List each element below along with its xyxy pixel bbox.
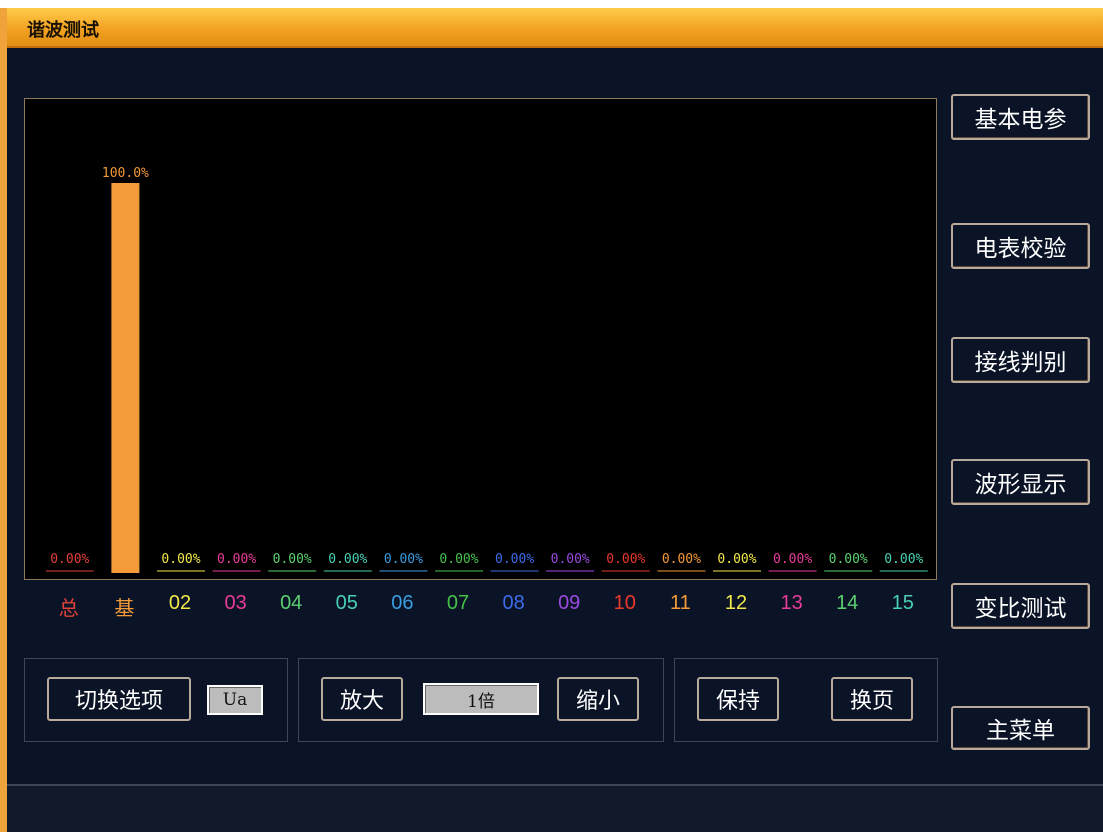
value-label-15: 0.00% — [884, 552, 923, 567]
app-window: 谐波测试 0.00% 100.0% 0.00% 0.00% 0.00% 0.00% 0.00… — [0, 8, 1103, 832]
harmonic-label-08: 08 — [502, 592, 525, 614]
hold-page-group: 保持 换页 — [674, 658, 938, 742]
zoom-value-field: 1倍 — [423, 683, 539, 715]
title-bar: 谐波测试 — [7, 8, 1103, 48]
channel-value-field: Ua — [207, 685, 263, 715]
value-label-08: 0.00% — [495, 552, 534, 567]
zoom-in-button[interactable]: 放大 — [321, 677, 403, 721]
harmonic-label-03: 03 — [224, 592, 247, 614]
harmonic-label-04: 04 — [280, 592, 303, 614]
harmonic-chart: 0.00% 100.0% 0.00% 0.00% 0.00% 0.00% 0.00% 0.00… — [24, 98, 937, 580]
harmonic-label-09: 09 — [558, 592, 581, 614]
value-label-02: 0.00% — [161, 552, 200, 567]
wiring-check-button[interactable]: 接线判别 — [951, 337, 1090, 383]
harmonic-label-总: 总 — [58, 598, 79, 620]
harmonic-label-07: 07 — [446, 592, 470, 614]
bar-基 — [111, 183, 140, 573]
harmonic-label-13: 13 — [780, 592, 803, 614]
main-menu-button[interactable]: 主菜单 — [951, 706, 1090, 750]
value-label-10: 0.00% — [606, 552, 645, 567]
option-group: 切换选项 Ua — [24, 658, 288, 742]
zoom-group: 放大 1倍 缩小 — [298, 658, 664, 742]
value-label-13: 0.00% — [773, 552, 812, 567]
harmonic-label-10: 10 — [613, 592, 636, 614]
harmonic-label-15: 15 — [891, 592, 914, 614]
basic-params-button[interactable]: 基本电参 — [951, 94, 1090, 140]
value-label-基: 100.0% — [102, 166, 149, 181]
harmonic-label-基: 基 — [114, 598, 135, 620]
meter-verify-button[interactable]: 电表校验 — [951, 223, 1090, 269]
value-label-12: 0.00% — [717, 552, 756, 567]
harmonic-label-11: 11 — [670, 592, 691, 614]
value-label-06: 0.00% — [384, 552, 423, 567]
page-switch-button[interactable]: 换页 — [831, 677, 913, 721]
harmonic-labels-row: 总 基 02 03 04 05 06 07 08 09 10 11 12 13 14 15 — [7, 592, 947, 622]
window-title: 谐波测试 — [27, 20, 99, 41]
ratio-test-button[interactable]: 变比测试 — [951, 583, 1090, 629]
zoom-out-button[interactable]: 缩小 — [557, 677, 639, 721]
value-label-14: 0.00% — [829, 552, 868, 567]
harmonic-label-05: 05 — [335, 592, 358, 614]
harmonic-label-12: 12 — [724, 592, 748, 614]
harmonic-label-06: 06 — [391, 592, 414, 614]
harmonic-label-02: 02 — [168, 592, 192, 614]
value-label-总: 0.00% — [50, 552, 89, 567]
hold-button[interactable]: 保持 — [697, 677, 779, 721]
status-bar — [7, 784, 1103, 832]
value-label-09: 0.00% — [551, 552, 590, 567]
value-label-07: 0.00% — [439, 552, 478, 567]
waveform-display-button[interactable]: 波形显示 — [951, 459, 1090, 505]
harmonic-label-14: 14 — [836, 592, 859, 614]
harmonic-chart-svg: 0.00% 100.0% 0.00% 0.00% 0.00% 0.00% 0.00% 0.00… — [45, 166, 928, 573]
switch-option-button[interactable]: 切换选项 — [47, 677, 191, 721]
value-label-05: 0.00% — [328, 552, 367, 567]
value-label-11: 0.00% — [662, 552, 701, 567]
value-label-03: 0.00% — [217, 552, 256, 567]
value-label-04: 0.00% — [273, 552, 312, 567]
